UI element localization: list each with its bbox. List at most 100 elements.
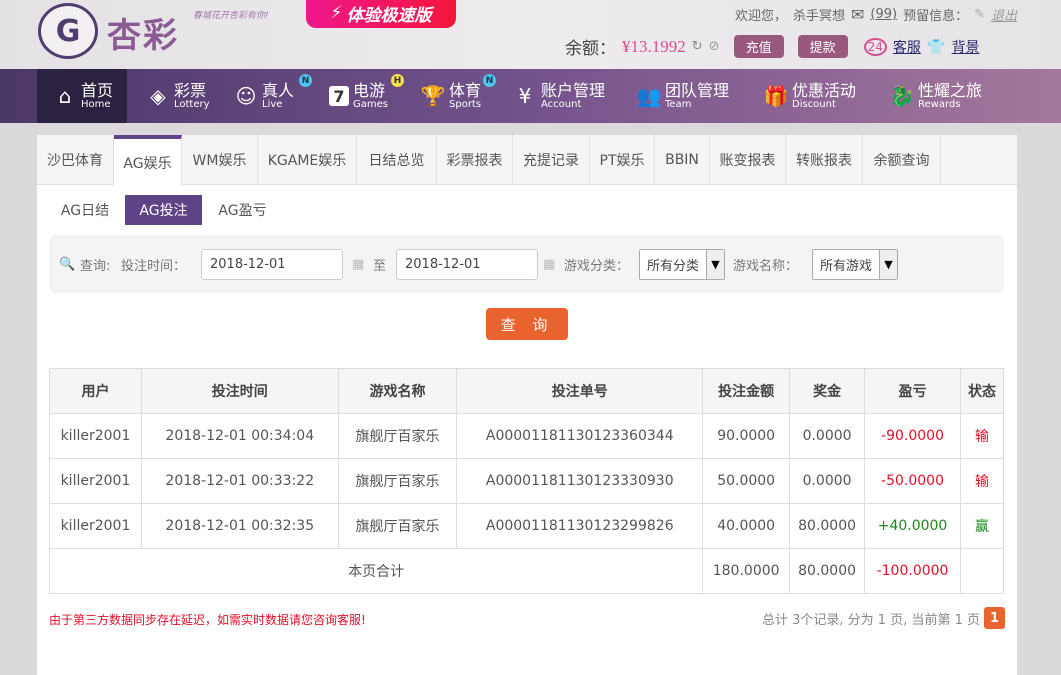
mail-icon[interactable]: ✉ [851,5,864,24]
tab-bbin[interactable]: BBIN [655,135,710,185]
cell-status: 输 [960,413,1004,459]
welcome-text: 欢迎您， [734,9,787,24]
logout-link[interactable]: 退出 [991,5,1017,24]
user-bar: 欢迎您， 杀手冥想 ✉ (99) 预留信息： ✎ 退出 [735,5,1017,24]
tab-balance-query[interactable]: 余额查询 [863,135,941,185]
cell-time: 2018-12-01 00:33:22 [140,458,339,504]
dealer-icon: ☺ [235,84,257,108]
tab-pt[interactable]: PT娱乐 [590,135,655,185]
nav-sublabel: Rewards [918,99,961,111]
chevron-down-icon: ▼ [706,250,724,279]
messages-link[interactable]: (99) [870,7,897,22]
logo-text[interactable]: 杏彩 [107,8,179,57]
nav-sublabel: Home [81,99,111,111]
nav-label: 彩票 [174,80,207,100]
nav-label: 性耀之旅 [918,80,983,100]
category-value: 所有分类 [647,259,700,274]
col-status: 状态 [960,368,1004,414]
subtab-ag-daily[interactable]: AG日结 [50,195,120,225]
slot-seven-icon: 7 [329,86,349,106]
nav-label: 团队管理 [665,80,730,100]
query-button[interactable]: 查 询 [486,308,568,340]
total-bonus: 80.0000 [789,548,866,594]
page-button-current[interactable]: 1 [984,607,1005,629]
tab-kgame[interactable]: KGAME娱乐 [258,135,357,185]
nav-games[interactable]: 7 电游 Games H [329,69,404,123]
col-user: 用户 [49,368,142,414]
total-profit: -100.0000 [864,548,961,594]
bets-table: 用户 投注时间 游戏名称 投注单号 投注金额 奖金 盈亏 状态 killer20… [48,368,1004,594]
hide-balance-icon[interactable]: ⊘ [709,39,720,54]
cell-profit: +40.0000 [864,503,961,549]
subtab-ag-bets[interactable]: AG投注 [125,195,202,225]
nav-label: 真人 [262,80,295,100]
cell-profit: -90.0000 [864,413,961,459]
shirt-icon[interactable]: 👕 [927,38,946,56]
col-bet-id: 投注单号 [456,368,704,414]
category-select[interactable]: 所有分类 ▼ [639,249,725,280]
tab-transfer-report[interactable]: 转账报表 [786,135,863,185]
to-label: 至 [373,259,387,274]
date-to-input[interactable]: 2018-12-01 [396,249,538,280]
speed-version-button[interactable]: ⚡ 体验极速版 [306,0,456,28]
nav-account[interactable]: ¥ 账户管理 Account [513,69,605,123]
support-24h-icon[interactable]: 24 [863,37,887,56]
query-label: 查询: [80,259,111,274]
nav-label: 体育 [449,80,482,100]
tab-ag[interactable]: AG娱乐 [114,135,182,186]
subtab-ag-profit[interactable]: AG盈亏 [205,195,280,225]
chevron-down-icon: ▼ [879,250,897,279]
tab-wm[interactable]: WM娱乐 [182,135,258,185]
dragon-icon: 🐉 [889,84,915,108]
cell-status: 赢 [960,503,1004,549]
tab-lottery-report[interactable]: 彩票报表 [437,135,513,185]
category-label: 游戏分类： [564,259,630,274]
col-bonus: 奖金 [789,368,866,414]
nav-team[interactable]: 👥 团队管理 Team [637,69,729,123]
table-row: killer2001 2018-12-01 00:33:22 旗舰厅百家乐 A0000… [49,458,1004,504]
calendar-icon[interactable]: ▦ [543,249,555,280]
tab-daily-overview[interactable]: 日结总览 [357,135,437,185]
deposit-button[interactable]: 充值 [733,35,784,58]
yen-coin-icon: ¥ [518,84,532,108]
nav-sublabel: Live [262,99,283,111]
nav-rewards[interactable]: 🐉 性耀之旅 Rewards [890,69,982,123]
total-status [960,548,1004,594]
trophy-icon: 🏆 [420,84,446,108]
table-header: 用户 投注时间 游戏名称 投注单号 投注金额 奖金 盈亏 状态 [49,368,1004,414]
col-bet-time: 投注时间 [140,368,339,414]
nav-sports[interactable]: 🏆 体育 Sports N [420,69,496,123]
ticket-icon: ◈ [150,84,166,108]
nav-sublabel: Discount [792,99,836,111]
cell-bet-id: A00001181130123330930 [456,458,704,504]
withdraw-button[interactable]: 提款 [797,35,848,58]
gift-icon: 🎁 [763,84,789,108]
tab-saba-sports[interactable]: 沙巴体育 [37,135,114,185]
nav-discount[interactable]: 🎁 优惠活动 Discount [764,69,856,123]
calendar-icon[interactable]: ▦ [352,249,364,280]
tab-account-changes[interactable]: 账变报表 [710,135,786,185]
nav-label: 首页 [81,80,114,100]
tab-deposit-withdraw[interactable]: 充提记录 [513,135,590,185]
background-link[interactable]: 背景 [952,37,980,57]
slogan: 春城花开杏彩有你! [193,11,269,21]
username: 杀手冥想 [792,9,845,24]
nav-live[interactable]: ☺ 真人 Live N [234,69,312,123]
nav-sublabel: Lottery [174,99,210,111]
nav-lottery[interactable]: ◈ 彩票 Lottery [146,69,210,123]
cell-user: killer2001 [49,458,142,504]
col-game-name: 游戏名称 [337,368,458,414]
nav-home[interactable]: ⌂ 首页 Home [37,69,127,123]
game-select[interactable]: 所有游戏 ▼ [812,249,898,280]
refresh-icon[interactable]: ↻ [692,39,703,54]
edit-icon[interactable]: ✎ [974,7,985,22]
customer-service-link[interactable]: 客服 [893,37,921,57]
cell-game: 旗舰厅百家乐 [337,503,458,549]
date-from-input[interactable]: 2018-12-01 [201,249,343,280]
hot-badge: H [391,74,404,87]
cell-status: 输 [960,458,1004,504]
cell-bet-id: A00001181130123299826 [456,503,704,549]
team-icon: 👥 [636,84,662,108]
logo-emblem-icon[interactable]: G [38,3,98,59]
nav-label: 电游 [353,80,386,100]
